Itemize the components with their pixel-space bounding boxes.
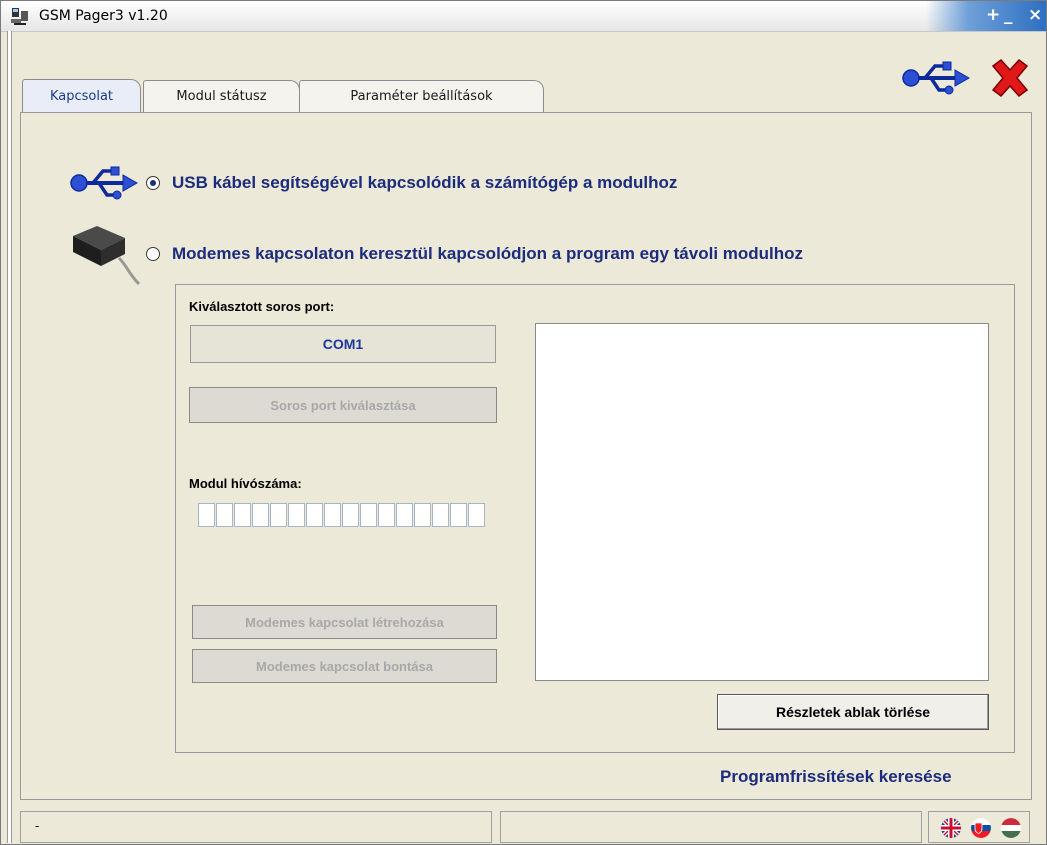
app-icon [11,8,28,25]
module-number-field[interactable] [198,503,486,527]
flag-sk-icon[interactable] [971,818,991,838]
window-title: GSM Pager3 v1.20 [39,8,168,24]
usb-option-icon [70,166,139,200]
usb-icon[interactable] [901,58,971,98]
tab-modul-statusz[interactable]: Modul státusz [143,80,300,112]
close-modem-connection-button[interactable]: Modemes kapcsolat bontása [192,649,497,683]
check-updates-link[interactable]: Programfrissítések keresése [720,767,952,787]
usb-option[interactable]: USB kábel segítségével kapcsolódik a szá… [146,173,677,193]
status-pane-secondary [500,811,922,843]
status-pane-main: - [20,811,492,843]
serial-port-value: COM1 [190,325,496,363]
create-modem-connection-button[interactable]: Modemes kapcsolat létrehozása [192,605,497,639]
red-x-icon[interactable] [989,58,1031,98]
flag-uk-icon[interactable] [941,818,961,838]
select-serial-port-button[interactable]: Soros port kiválasztása [189,387,497,423]
pin-button[interactable]: + [986,5,1000,25]
language-pane [928,811,1030,843]
modem-option-label: Modemes kapcsolaton keresztül kapcsolódj… [172,244,804,263]
close-window-button[interactable]: × [1028,5,1042,25]
modem-radio[interactable] [146,247,160,261]
gsm-modem-icon [73,226,141,286]
minimize-button[interactable]: _ [1004,5,1013,25]
modem-option[interactable]: Modemes kapcsolaton keresztül kapcsolódj… [146,244,803,264]
window-left-edge [7,31,12,843]
clear-details-button[interactable]: Részletek ablak törlése [717,694,989,730]
usb-option-label: USB kábel segítségével kapcsolódik a szá… [172,173,678,192]
tab-parameter-beallitasok[interactable]: Paraméter beállítások [299,80,544,112]
tab-kapcsolat[interactable]: Kapcsolat [22,79,141,113]
usb-radio[interactable] [146,176,160,190]
details-log-area[interactable] [535,323,989,681]
window-controls: + _ × [926,1,1046,31]
title-bar: GSM Pager3 v1.20 + _ × [1,1,1046,32]
app-window: GSM Pager3 v1.20 + _ × Kapcsolat Modul s… [0,0,1047,845]
flag-hu-icon[interactable] [1001,818,1021,838]
module-number-label: Modul hívószáma: [189,476,302,491]
status-bar: - [20,811,1030,843]
serial-port-label: Kiválasztott soros port: [189,299,335,314]
